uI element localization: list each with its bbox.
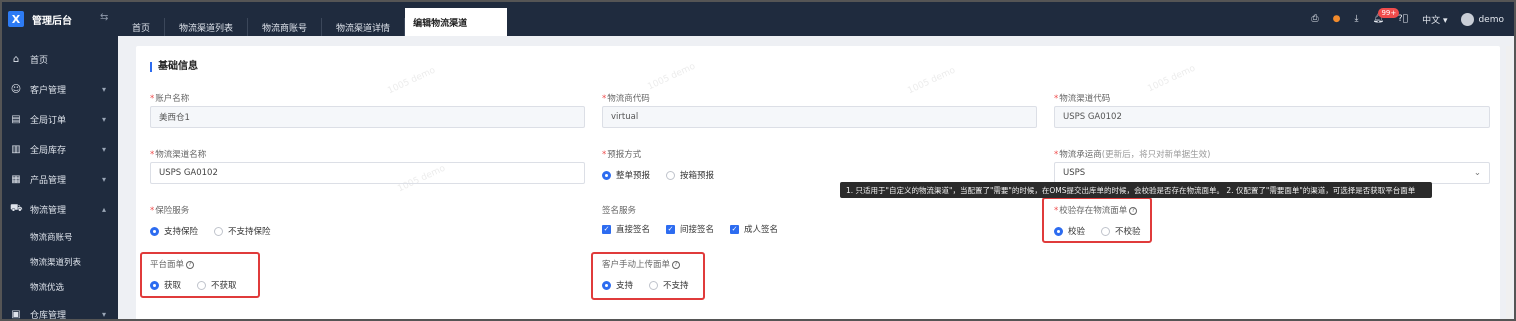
chevron-up-icon: ▴ [101,204,106,214]
language-select[interactable]: 中文 ▾ [1422,13,1447,26]
field-label: *物流承运商(更新后，将只对新单据生效) [1054,150,1211,160]
chevron-down-icon: ▾ [101,114,106,124]
radio-no-insurance[interactable]: 不支持保险 [214,225,271,237]
field-label: 签名服务 [602,206,637,216]
chevron-down-icon: ▾ [101,84,106,94]
carrier-code-input[interactable]: virtual [602,106,1037,128]
top-toolbar: ⎙ ● ⤓ 🔔︎ 99+ ?⃝ 中文 ▾ demo [1311,2,1504,36]
users-icon: ☺ [10,83,22,95]
field-label: *物流渠道代码 [1054,94,1111,104]
highlight-box [140,252,260,298]
scrollbar[interactable] [1506,46,1512,319]
avatar [1461,12,1475,26]
channel-name-field: *物流渠道名称 USPS GA0102 [150,148,585,184]
app-window: X 管理后台 ⌂ 首页 ☺ 客户管理 ▾ ▤ 全局订单 ▾ ▥ 全局库存 ▾ ▦… [0,0,1516,321]
highlight-box [1042,197,1152,243]
language-label: 中文 [1422,15,1441,26]
sidebar-item-label: 仓库管理 [30,310,67,321]
sidebar-item-products[interactable]: ▦ 产品管理 ▾ [2,164,118,194]
carrier-select-value: USPS [1063,168,1086,178]
logo-icon: X [8,11,24,27]
tab-bar: 首页 物流渠道列表 物流商账号 物流渠道详情 编辑物流渠道 [118,8,508,36]
checkbox-adult-signature[interactable]: ✓ 成人签名 [730,223,778,235]
warehouse-icon: ▥ [11,143,21,155]
sidebar: X 管理后台 ⌂ 首页 ☺ 客户管理 ▾ ▤ 全局订单 ▾ ▥ 全局库存 ▾ ▦… [2,2,118,321]
sidebar-item-label: 客户管理 [30,85,67,96]
home-icon: ⌂ [12,53,20,65]
sidebar-menu: ⌂ 首页 ☺ 客户管理 ▾ ▤ 全局订单 ▾ ▥ 全局库存 ▾ ▦ 产品管理 ▾ [2,44,118,321]
chevron-down-icon: ⌄ [1473,168,1481,178]
warehouse-manage-icon: ▣ [11,308,21,320]
channel-code-input[interactable]: USPS GA0102 [1054,106,1490,128]
sidebar-item-logistics[interactable]: ⛟ 物流管理 ▴ [2,194,118,224]
notification-badge: 99+ [1378,8,1400,18]
chevron-down-icon: ▾ [101,309,106,319]
sidebar-subitem-carrier-accounts[interactable]: 物流商账号 [2,224,118,249]
product-icon: ▦ [11,173,21,185]
account-name-input[interactable]: 美西仓1 [150,106,585,128]
sidebar-item-orders[interactable]: ▤ 全局订单 ▾ [2,104,118,134]
highlight-box [591,252,705,300]
account-name-field: *账户名称 美西仓1 [150,92,585,128]
channel-name-input[interactable]: USPS GA0102 [150,162,585,184]
user-name: demo [1478,14,1504,25]
collapse-menu-icon[interactable]: ⇆ [100,12,108,23]
radio-by-box[interactable]: 按箱预报 [666,169,714,181]
sidebar-subitem-channel-list[interactable]: 物流渠道列表 [2,249,118,274]
printer-icon[interactable]: ⎙ [1311,14,1318,24]
help-icon[interactable]: ?⃝ [1398,14,1408,24]
sidebar-item-customers[interactable]: ☺ 客户管理 ▾ [2,74,118,104]
app-title: 管理后台 [32,15,72,27]
chevron-down-icon: ▾ [101,174,106,184]
sidebar-item-warehouse[interactable]: ▣ 仓库管理 ▾ [2,299,118,321]
insurance-radio-group: 支持保险 不支持保险 [150,222,450,240]
channel-code-field: *物流渠道代码 USPS GA0102 [1054,92,1490,128]
watermark: 1005 demo [1146,63,1198,95]
sidebar-item-label: 全局库存 [30,145,67,156]
tab-edit-channel[interactable]: 编辑物流渠道 [405,8,508,36]
tab-channel-list[interactable]: 物流渠道列表 [165,18,249,36]
tab-carrier-accounts[interactable]: 物流商账号 [248,18,323,36]
tab-home[interactable]: 首页 [118,18,166,36]
bell-icon[interactable]: 🔔︎ 99+ [1372,8,1400,24]
sidebar-item-label: 产品管理 [30,175,67,186]
radio-whole-order[interactable]: 整单预报 [602,169,650,181]
sidebar-subitem-logistics-optimization[interactable]: 物流优选 [2,274,118,299]
sidebar-item-label: 物流管理 [30,205,67,216]
forecast-field: *预报方式 整单预报 按箱预报 [602,148,1037,184]
watermark: 1005 demo [646,61,698,93]
sidebar-item-home[interactable]: ⌂ 首页 [2,44,118,74]
sidebar-item-label: 首页 [30,55,49,66]
checkbox-direct-signature[interactable]: ✓ 直接签名 [602,223,650,235]
bot-icon[interactable]: ● [1333,14,1341,24]
carrier-select[interactable]: USPS ⌄ [1054,162,1490,184]
insurance-field: *保险服务 支持保险 不支持保险 [150,204,450,240]
signature-field: 签名服务 ✓ 直接签名 ✓ 间接签名 ✓ 成人签名 [602,204,902,238]
field-label: *账户名称 [150,94,190,104]
tab-channel-detail[interactable]: 物流渠道详情 [322,18,406,36]
field-label: *物流商代码 [602,94,650,104]
section-title: 基础信息 [150,62,198,72]
carrier-code-field: *物流商代码 virtual [602,92,1037,128]
signature-checkbox-group: ✓ 直接签名 ✓ 间接签名 ✓ 成人签名 [602,220,902,238]
field-label: *预报方式 [602,150,642,160]
sidebar-item-inventory[interactable]: ▥ 全局库存 ▾ [2,134,118,164]
user-menu[interactable]: demo [1461,12,1504,26]
order-icon: ▤ [11,113,21,125]
radio-support-insurance[interactable]: 支持保险 [150,225,198,237]
truck-icon: ⛟ [10,202,23,214]
sidebar-item-label: 全局订单 [30,115,67,126]
field-label: *保险服务 [150,206,190,216]
field-label: *物流渠道名称 [150,150,207,160]
help-tooltip: 1. 只适用于"自定义的物流渠道"，当配置了"需要"的时候，在OMS提交出库单的… [840,182,1432,198]
download-icon[interactable]: ⤓ [1354,14,1358,24]
top-bar: ⇆ 首页 物流渠道列表 物流商账号 物流渠道详情 编辑物流渠道 ⎙ ● ⤓ 🔔︎… [100,2,1514,36]
checkbox-indirect-signature[interactable]: ✓ 间接签名 [666,223,714,235]
chevron-down-icon: ▾ [101,144,106,154]
carrier-select-field: *物流承运商(更新后，将只对新单据生效) USPS ⌄ [1054,148,1490,184]
